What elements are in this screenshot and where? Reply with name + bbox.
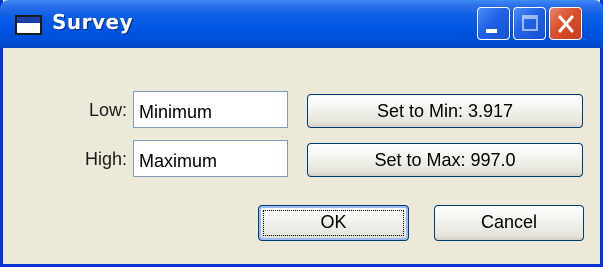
maximize-icon [522,15,538,31]
high-label: High: [84,149,127,169]
ok-button[interactable]: OK [258,205,409,241]
low-value-field[interactable] [133,91,288,128]
title-bar[interactable]: Survey [0,0,603,48]
focus-rectangle [263,210,404,236]
maximize-button[interactable] [513,7,546,40]
low-label: Low: [88,100,127,120]
minimize-button[interactable] [477,7,510,40]
window-icon [15,15,42,35]
close-button[interactable] [549,7,582,40]
window-title: Survey [52,10,134,34]
close-icon [558,15,574,33]
set-to-max-button[interactable]: Set to Max: 997.0 [307,143,583,177]
cancel-button[interactable]: Cancel [434,205,584,241]
minimize-icon [486,29,497,33]
high-value-field[interactable] [133,140,288,177]
survey-dialog: Survey Low: Set to Min: 3.917 High: Set … [0,0,603,267]
set-to-min-button[interactable]: Set to Min: 3.917 [307,94,583,128]
